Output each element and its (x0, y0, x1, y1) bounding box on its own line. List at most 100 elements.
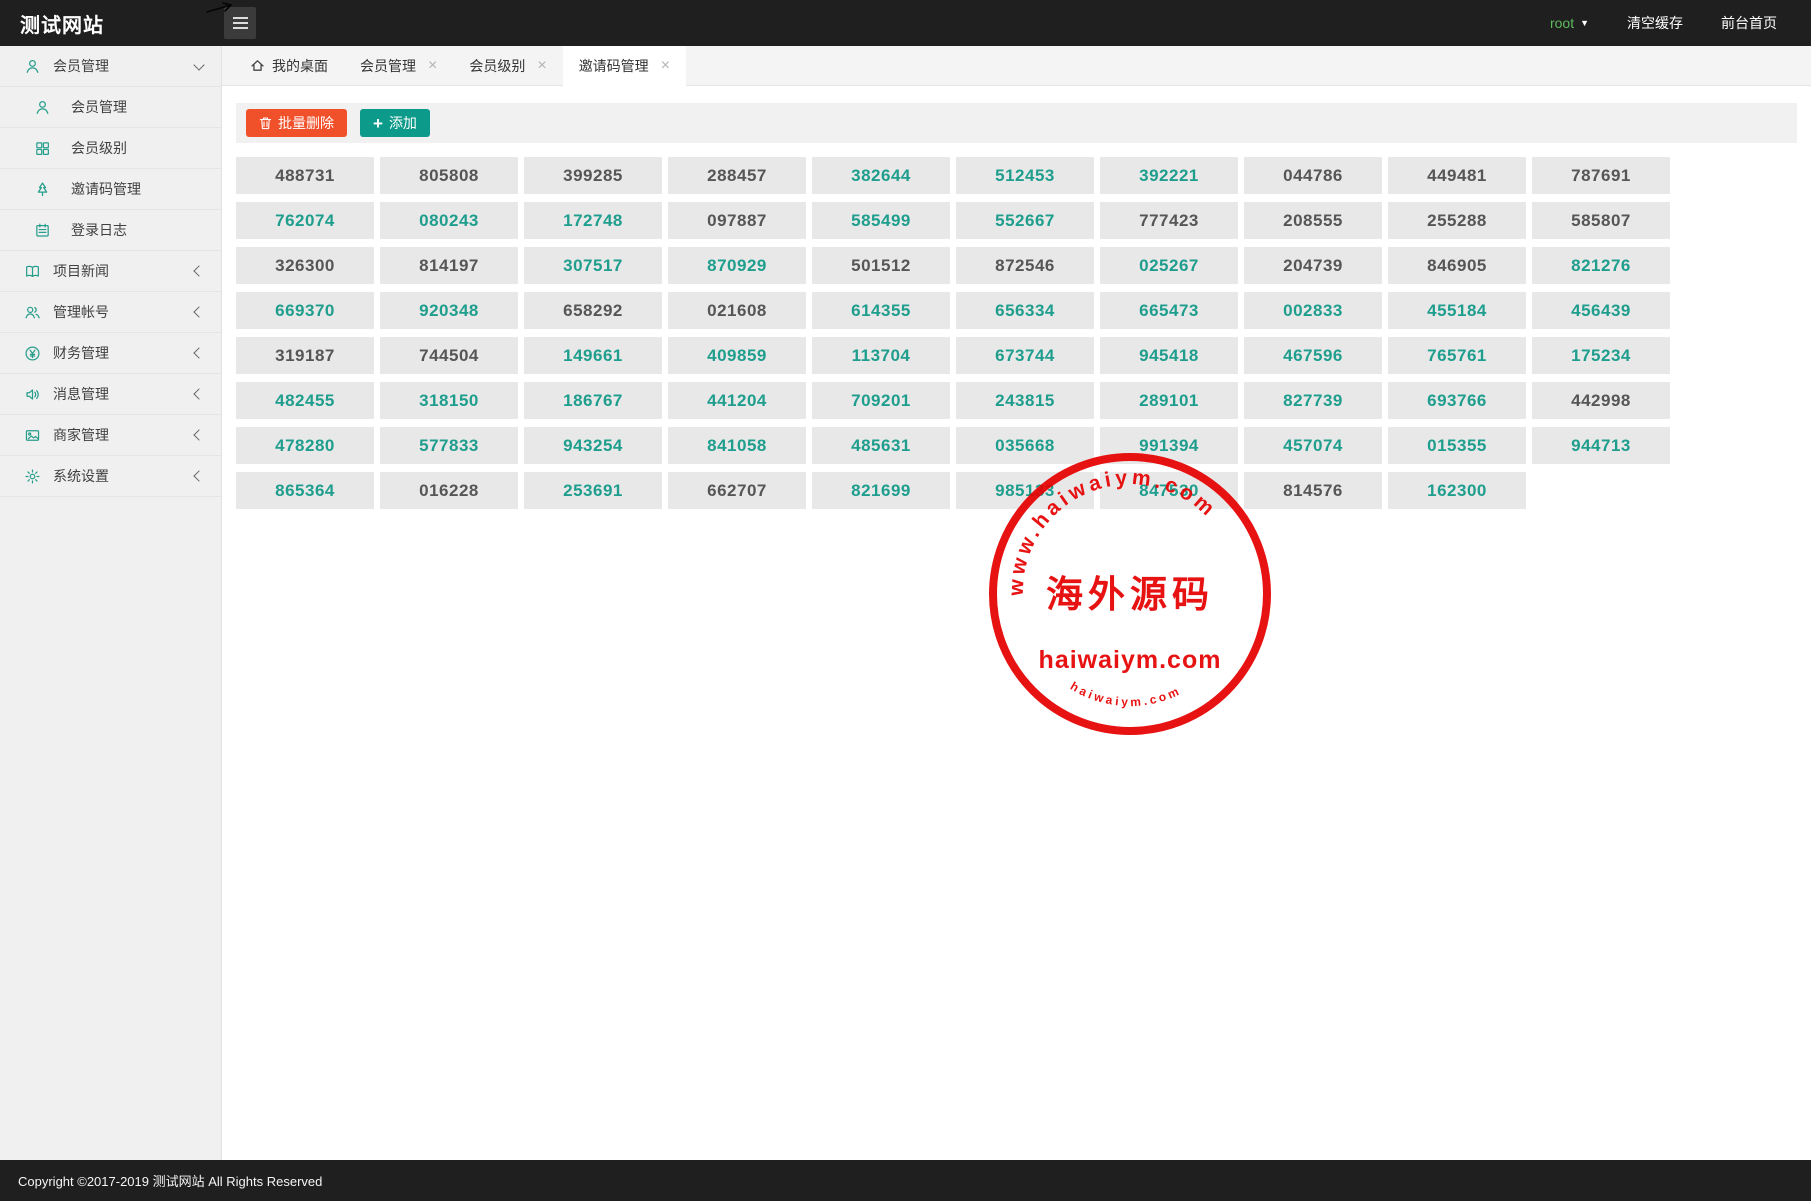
close-tab-icon[interactable]: × (661, 58, 670, 74)
invite-code-cell[interactable]: 787691 (1532, 157, 1670, 194)
sidebar-item-accounts[interactable]: 管理帐号 (0, 292, 221, 333)
invite-code-cell[interactable]: 204739 (1244, 247, 1382, 284)
invite-code-cell[interactable]: 467596 (1244, 337, 1382, 374)
invite-code-cell[interactable]: 814576 (1244, 472, 1382, 509)
invite-code-cell[interactable]: 662707 (668, 472, 806, 509)
sidebar-item-finance[interactable]: 财务管理 (0, 333, 221, 374)
invite-code-cell[interactable]: 762074 (236, 202, 374, 239)
invite-code-cell[interactable]: 307517 (524, 247, 662, 284)
invite-code-cell[interactable]: 872546 (956, 247, 1094, 284)
sidebar-item-news[interactable]: 项目新闻 (0, 251, 221, 292)
invite-code-cell[interactable]: 805808 (380, 157, 518, 194)
invite-code-cell[interactable]: 488731 (236, 157, 374, 194)
invite-code-cell[interactable]: 172748 (524, 202, 662, 239)
invite-code-cell[interactable]: 455184 (1388, 292, 1526, 329)
invite-code-cell[interactable]: 289101 (1100, 382, 1238, 419)
invite-code-cell[interactable]: 449481 (1388, 157, 1526, 194)
tab-3[interactable]: 邀请码管理× (563, 46, 686, 86)
invite-code-cell[interactable]: 821276 (1532, 247, 1670, 284)
invite-code-cell[interactable]: 693766 (1388, 382, 1526, 419)
invite-code-cell[interactable]: 552667 (956, 202, 1094, 239)
close-tab-icon[interactable]: × (537, 58, 546, 74)
invite-code-cell[interactable]: 015355 (1388, 427, 1526, 464)
invite-code-cell[interactable]: 501512 (812, 247, 950, 284)
invite-code-cell[interactable]: 482455 (236, 382, 374, 419)
invite-code-cell[interactable]: 577833 (380, 427, 518, 464)
sidebar-item-message[interactable]: 消息管理 (0, 374, 221, 415)
invite-code-cell[interactable]: 777423 (1100, 202, 1238, 239)
sidebar-item-settings[interactable]: 系统设置 (0, 456, 221, 497)
invite-code-cell[interactable]: 585807 (1532, 202, 1670, 239)
invite-code-cell[interactable]: 162300 (1388, 472, 1526, 509)
invite-code-cell[interactable]: 016228 (380, 472, 518, 509)
invite-code-cell[interactable]: 044786 (1244, 157, 1382, 194)
invite-code-cell[interactable]: 841058 (668, 427, 806, 464)
invite-code-cell[interactable]: 175234 (1532, 337, 1670, 374)
invite-code-cell[interactable]: 080243 (380, 202, 518, 239)
invite-code-cell[interactable]: 865364 (236, 472, 374, 509)
invite-code-cell[interactable]: 392221 (1100, 157, 1238, 194)
invite-code-cell[interactable]: 985133 (956, 472, 1094, 509)
sidebar-item-invite-code[interactable]: 邀请码管理 (0, 169, 221, 210)
clear-cache-link[interactable]: 清空缓存 (1627, 13, 1683, 33)
invite-code-cell[interactable]: 669370 (236, 292, 374, 329)
front-page-link[interactable]: 前台首页 (1721, 13, 1777, 33)
sidebar-item-merchant[interactable]: 商家管理 (0, 415, 221, 456)
invite-code-cell[interactable]: 208555 (1244, 202, 1382, 239)
invite-code-cell[interactable]: 945418 (1100, 337, 1238, 374)
invite-code-cell[interactable]: 382644 (812, 157, 950, 194)
tab-0[interactable]: 我的桌面 (234, 46, 344, 85)
invite-code-cell[interactable]: 478280 (236, 427, 374, 464)
sidebar-item-member[interactable]: 会员管理 (0, 87, 221, 128)
invite-code-cell[interactable]: 744504 (380, 337, 518, 374)
invite-code-cell[interactable]: 665473 (1100, 292, 1238, 329)
invite-code-cell[interactable]: 585499 (812, 202, 950, 239)
invite-code-cell[interactable]: 113704 (812, 337, 950, 374)
invite-code-cell[interactable]: 673744 (956, 337, 1094, 374)
tab-2[interactable]: 会员级别× (453, 46, 562, 85)
invite-code-cell[interactable]: 456439 (1532, 292, 1670, 329)
add-button[interactable]: + 添加 (360, 109, 430, 137)
invite-code-cell[interactable]: 288457 (668, 157, 806, 194)
batch-delete-button[interactable]: 批量删除 (246, 109, 347, 137)
invite-code-cell[interactable]: 847530 (1100, 472, 1238, 509)
invite-code-cell[interactable]: 319187 (236, 337, 374, 374)
invite-code-cell[interactable]: 846905 (1388, 247, 1526, 284)
close-tab-icon[interactable]: × (428, 58, 437, 74)
invite-code-cell[interactable]: 614355 (812, 292, 950, 329)
invite-code-cell[interactable]: 025267 (1100, 247, 1238, 284)
invite-code-cell[interactable]: 442998 (1532, 382, 1670, 419)
invite-code-cell[interactable]: 326300 (236, 247, 374, 284)
invite-code-cell[interactable]: 943254 (524, 427, 662, 464)
invite-code-cell[interactable]: 021608 (668, 292, 806, 329)
invite-code-cell[interactable]: 658292 (524, 292, 662, 329)
invite-code-cell[interactable]: 827739 (1244, 382, 1382, 419)
invite-code-cell[interactable]: 485631 (812, 427, 950, 464)
invite-code-cell[interactable]: 765761 (1388, 337, 1526, 374)
invite-code-cell[interactable]: 991394 (1100, 427, 1238, 464)
invite-code-cell[interactable]: 002833 (1244, 292, 1382, 329)
invite-code-cell[interactable]: 255288 (1388, 202, 1526, 239)
invite-code-cell[interactable]: 441204 (668, 382, 806, 419)
user-menu[interactable]: root ▼ (1550, 15, 1589, 31)
invite-code-cell[interactable]: 814197 (380, 247, 518, 284)
invite-code-cell[interactable]: 457074 (1244, 427, 1382, 464)
invite-code-cell[interactable]: 944713 (1532, 427, 1670, 464)
invite-code-cell[interactable]: 409859 (668, 337, 806, 374)
sidebar-item-member[interactable]: 会员管理 (0, 46, 221, 87)
invite-code-cell[interactable]: 253691 (524, 472, 662, 509)
invite-code-cell[interactable]: 656334 (956, 292, 1094, 329)
invite-code-cell[interactable]: 149661 (524, 337, 662, 374)
invite-code-cell[interactable]: 821699 (812, 472, 950, 509)
invite-code-cell[interactable]: 920348 (380, 292, 518, 329)
sidebar-item-level-grid[interactable]: 会员级别 (0, 128, 221, 169)
invite-code-cell[interactable]: 243815 (956, 382, 1094, 419)
invite-code-cell[interactable]: 709201 (812, 382, 950, 419)
tab-1[interactable]: 会员管理× (344, 46, 453, 85)
invite-code-cell[interactable]: 035668 (956, 427, 1094, 464)
invite-code-cell[interactable]: 399285 (524, 157, 662, 194)
sidebar-item-login-log[interactable]: 登录日志 (0, 210, 221, 251)
invite-code-cell[interactable]: 870929 (668, 247, 806, 284)
invite-code-cell[interactable]: 186767 (524, 382, 662, 419)
invite-code-cell[interactable]: 512453 (956, 157, 1094, 194)
